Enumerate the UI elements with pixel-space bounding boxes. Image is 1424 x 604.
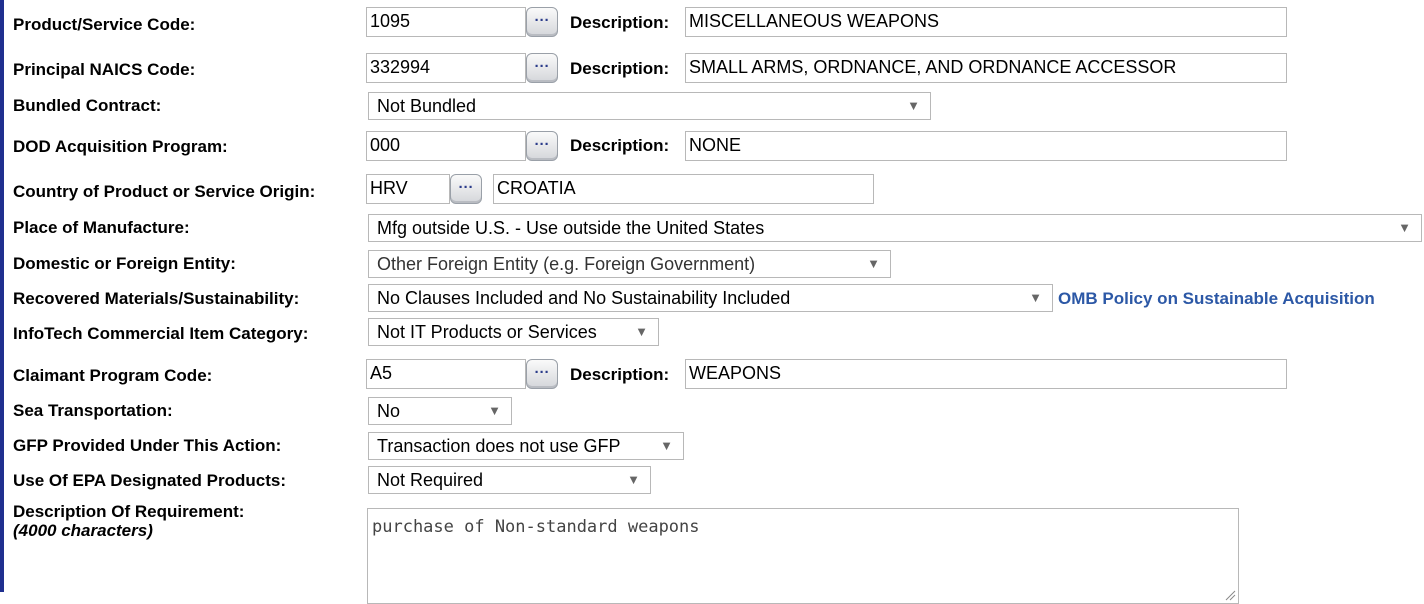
naics-input[interactable]: 332994 bbox=[366, 53, 526, 83]
psc-label: Product/Service Code: bbox=[13, 15, 196, 34]
ellipsis-lookup-icon: ··· bbox=[534, 136, 550, 153]
country-input[interactable]: HRV bbox=[366, 174, 450, 204]
chevron-down-icon: ▼ bbox=[907, 98, 920, 113]
infotech-select[interactable]: Not IT Products or Services ▼ bbox=[368, 318, 659, 346]
epa-label: Use Of EPA Designated Products: bbox=[13, 471, 286, 490]
psc-description-label: Description: bbox=[570, 13, 670, 32]
entity-select[interactable]: Other Foreign Entity (e.g. Foreign Gover… bbox=[368, 250, 891, 278]
sea-select[interactable]: No ▼ bbox=[368, 397, 512, 425]
ellipsis-lookup-icon: ··· bbox=[534, 58, 550, 75]
chevron-down-icon: ▼ bbox=[627, 472, 640, 487]
gfp-selected-value: Transaction does not use GFP bbox=[377, 436, 621, 456]
chevron-down-icon: ▼ bbox=[1029, 290, 1042, 305]
recovered-label: Recovered Materials/Sustainability: bbox=[13, 289, 300, 308]
requirement-sublabel-text: (4000 characters) bbox=[13, 521, 153, 540]
bundled-selected-value: Not Bundled bbox=[377, 96, 477, 116]
left-border bbox=[0, 0, 4, 592]
country-description-field[interactable]: CROATIA bbox=[493, 174, 874, 204]
resize-grip-icon[interactable] bbox=[1224, 589, 1236, 601]
chevron-down-icon: ▼ bbox=[867, 256, 880, 271]
dod-program-input[interactable]: 000 bbox=[366, 131, 526, 161]
recovered-selected-value: No Clauses Included and No Sustainabilit… bbox=[377, 288, 791, 308]
gfp-select[interactable]: Transaction does not use GFP ▼ bbox=[368, 432, 684, 460]
psc-lookup-button[interactable]: ··· bbox=[526, 7, 558, 37]
epa-selected-value: Not Required bbox=[377, 470, 484, 490]
recovered-select[interactable]: No Clauses Included and No Sustainabilit… bbox=[368, 284, 1053, 312]
country-label: Country of Product or Service Origin: bbox=[13, 182, 316, 201]
claimant-label: Claimant Program Code: bbox=[13, 366, 213, 385]
place-mfg-label: Place of Manufacture: bbox=[13, 218, 190, 237]
infotech-selected-value: Not IT Products or Services bbox=[377, 322, 597, 342]
claimant-description-label: Description: bbox=[570, 365, 670, 384]
epa-select[interactable]: Not Required ▼ bbox=[368, 466, 651, 494]
psc-description-field[interactable]: MISCELLANEOUS WEAPONS bbox=[685, 7, 1287, 37]
sea-selected-value: No bbox=[377, 401, 401, 421]
naics-description-field[interactable]: SMALL ARMS, ORDNANCE, AND ORDNANCE ACCES… bbox=[685, 53, 1287, 83]
ellipsis-lookup-icon: ··· bbox=[534, 12, 550, 29]
chevron-down-icon: ▼ bbox=[635, 324, 648, 339]
claimant-description-field[interactable]: WEAPONS bbox=[685, 359, 1287, 389]
entity-label: Domestic or Foreign Entity: bbox=[13, 254, 236, 273]
chevron-down-icon: ▼ bbox=[660, 438, 673, 453]
ellipsis-lookup-icon: ··· bbox=[458, 179, 474, 196]
chevron-down-icon: ▼ bbox=[488, 403, 501, 418]
bundled-select[interactable]: Not Bundled ▼ bbox=[368, 92, 931, 120]
naics-label: Principal NAICS Code: bbox=[13, 60, 196, 79]
omb-policy-link[interactable]: OMB Policy on Sustainable Acquisition bbox=[1058, 289, 1375, 309]
requirement-sublabel: (4000 characters) bbox=[13, 521, 153, 541]
claimant-lookup-button[interactable]: ··· bbox=[526, 359, 558, 389]
requirement-textarea[interactable]: purchase of Non-standard weapons bbox=[367, 508, 1239, 604]
place-mfg-select[interactable]: Mfg outside U.S. - Use outside the Unite… bbox=[368, 214, 1422, 242]
dod-program-description-field[interactable]: NONE bbox=[685, 131, 1287, 161]
entity-selected-value: Other Foreign Entity (e.g. Foreign Gover… bbox=[377, 254, 756, 274]
sea-label: Sea Transportation: bbox=[13, 401, 173, 420]
gfp-label: GFP Provided Under This Action: bbox=[13, 436, 282, 455]
psc-input[interactable]: 1095 bbox=[366, 7, 526, 37]
requirement-label: Description Of Requirement: bbox=[13, 502, 245, 521]
naics-description-label: Description: bbox=[570, 59, 670, 78]
bundled-label: Bundled Contract: bbox=[13, 96, 162, 115]
ellipsis-lookup-icon: ··· bbox=[534, 364, 550, 381]
infotech-label: InfoTech Commercial Item Category: bbox=[13, 324, 309, 343]
place-mfg-selected-value: Mfg outside U.S. - Use outside the Unite… bbox=[377, 218, 765, 238]
claimant-input[interactable]: A5 bbox=[366, 359, 526, 389]
dod-program-label: DOD Acquisition Program: bbox=[13, 137, 228, 156]
dod-program-description-label: Description: bbox=[570, 136, 670, 155]
requirement-text: purchase of Non-standard weapons bbox=[372, 517, 700, 537]
country-lookup-button[interactable]: ··· bbox=[450, 174, 482, 204]
naics-lookup-button[interactable]: ··· bbox=[526, 53, 558, 83]
chevron-down-icon: ▼ bbox=[1398, 220, 1411, 235]
dod-program-lookup-button[interactable]: ··· bbox=[526, 131, 558, 161]
